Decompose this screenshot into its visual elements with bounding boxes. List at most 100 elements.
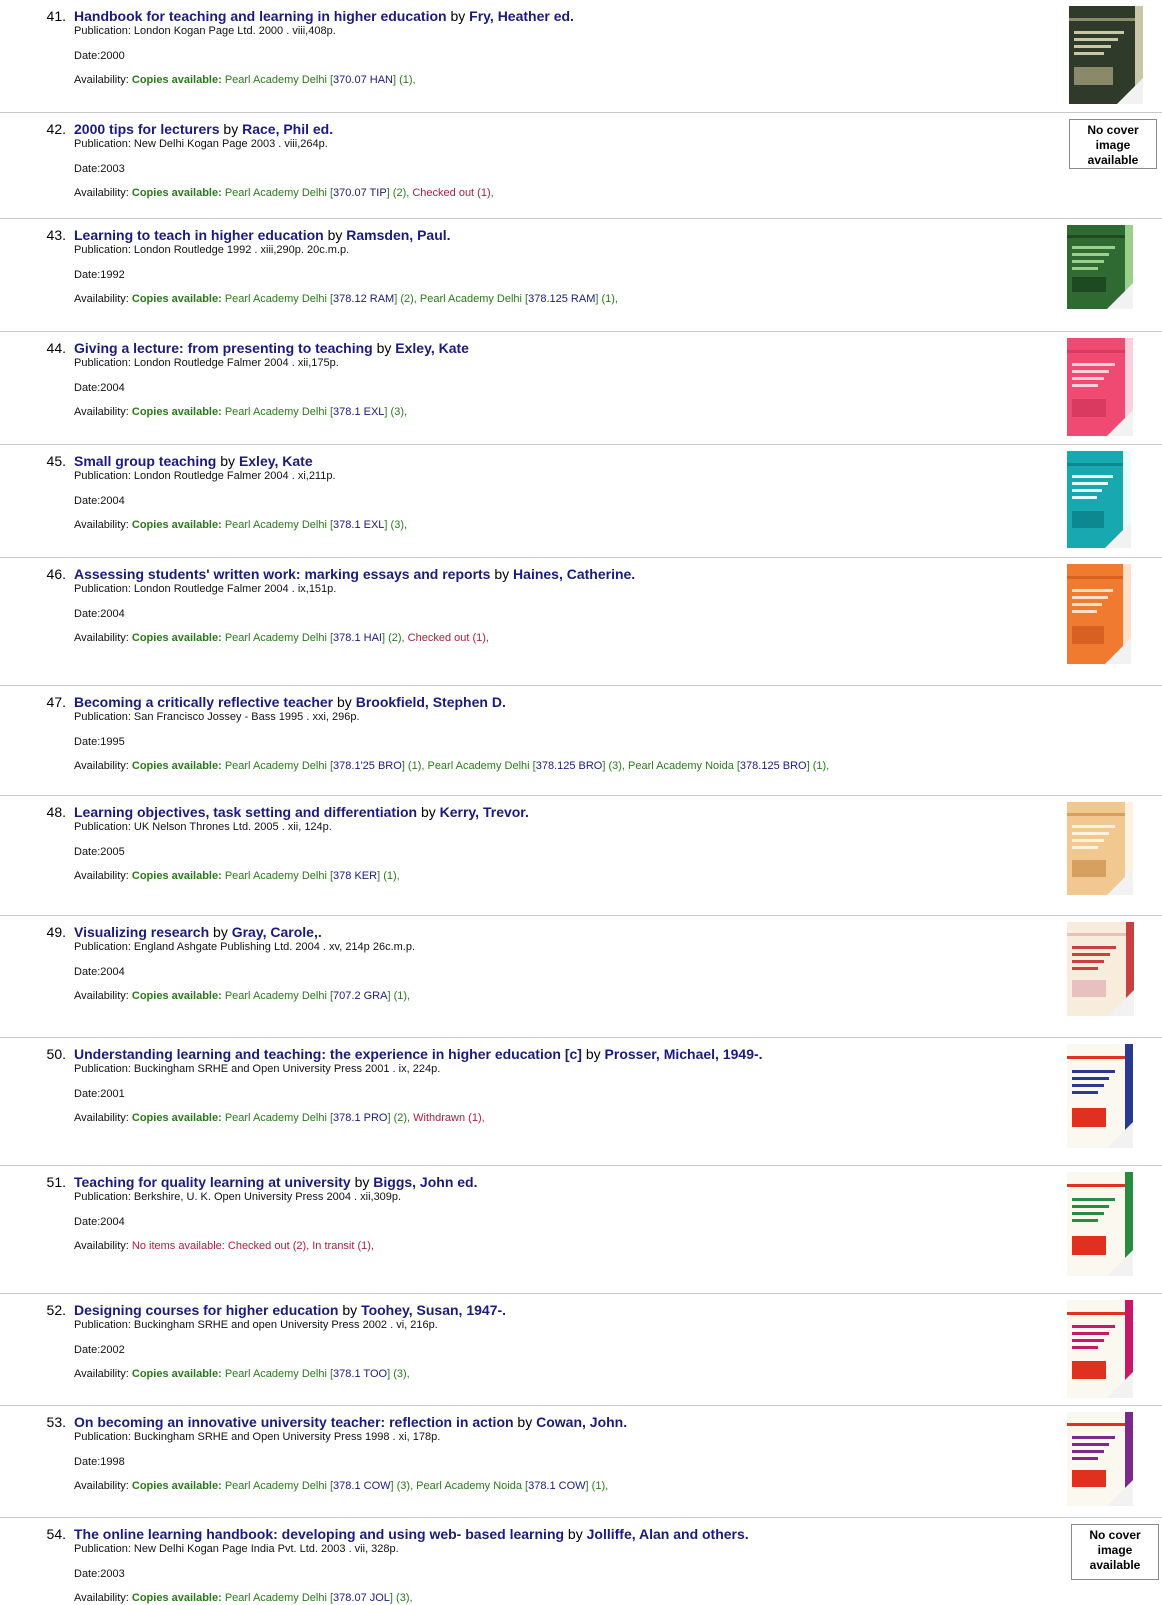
book-cover-image[interactable]: [1067, 1300, 1133, 1398]
book-cover-image[interactable]: [1067, 225, 1133, 309]
title-link[interactable]: Visualizing research: [74, 924, 209, 940]
book-cover-image[interactable]: [1067, 802, 1133, 895]
cover-title-line: [1072, 1198, 1115, 1201]
by-label: by: [219, 121, 243, 137]
cover-title-line: [1072, 603, 1102, 606]
cover-artwork: [1072, 277, 1106, 292]
book-cover-image[interactable]: [1067, 922, 1134, 1016]
title-link[interactable]: Learning objectives, task setting and di…: [74, 804, 417, 820]
call-number-link[interactable]: 378.1 COW: [528, 1480, 585, 1492]
cover-title-line: [1072, 267, 1098, 270]
cover-band: [1069, 18, 1135, 21]
result-record: 50. Understanding learning and teaching: …: [0, 1038, 1162, 1166]
library-location: ] (1),: [585, 1480, 609, 1492]
cover-title-line: [1072, 253, 1109, 256]
result-record: 49. Visualizing research by Gray, Carole,…: [0, 916, 1162, 1038]
call-number-link[interactable]: 378.12 RAM: [333, 293, 394, 305]
title-link[interactable]: Becoming a critically reflective teacher: [74, 694, 333, 710]
author-link[interactable]: Cowan, John.: [536, 1414, 627, 1430]
call-number-link[interactable]: 707.2 GRA: [333, 990, 387, 1002]
availability: Availability: Copies available: Pearl Ac…: [74, 632, 1034, 645]
by-label: by: [209, 924, 232, 940]
library-location: ] (3),: [389, 1592, 413, 1604]
library-location: Pearl Academy Delhi [: [221, 406, 334, 418]
author-link[interactable]: Kerry, Trevor.: [440, 804, 529, 820]
result-body: Learning objectives, task setting and di…: [74, 804, 1034, 883]
publication-info: Publication: Buckingham SRHE and Open Un…: [74, 1431, 441, 1443]
title-link[interactable]: 2000 tips for lecturers: [74, 121, 220, 137]
cover-title-line: [1072, 839, 1104, 842]
call-number-link[interactable]: 378 KER: [333, 870, 377, 882]
call-number-link[interactable]: 378.1 PRO: [333, 1112, 387, 1124]
availability: Availability: Copies available: Pearl Ac…: [74, 519, 1034, 532]
by-label: by: [372, 340, 396, 356]
availability-label: Availability:: [74, 1112, 132, 1124]
call-number-link[interactable]: 378.125 RAM: [528, 293, 595, 305]
no-cover-placeholder: No cover image available: [1069, 119, 1157, 169]
result-number: 42.: [46, 121, 66, 137]
title-link[interactable]: On becoming an innovative university tea…: [74, 1414, 514, 1430]
call-number-link[interactable]: 378.1 HAI: [333, 632, 382, 644]
author-link[interactable]: Race, Phil ed.: [242, 121, 333, 137]
title-line: Understanding learning and teaching: the…: [74, 1046, 1034, 1063]
library-location: Pearl Academy Delhi [: [221, 1368, 334, 1380]
author-link[interactable]: Fry, Heather ed.: [469, 8, 574, 24]
book-cover-image[interactable]: [1067, 338, 1133, 436]
item-status: Checked out (1),: [404, 632, 489, 644]
cover-title-line: [1072, 967, 1098, 970]
title-link[interactable]: Handbook for teaching and learning in hi…: [74, 8, 447, 24]
title-link[interactable]: Learning to teach in higher education: [74, 227, 324, 243]
cover-title-line: [1072, 1450, 1104, 1453]
copies-available-label: Copies available:: [131, 632, 222, 644]
title-link[interactable]: Designing courses for higher education: [74, 1302, 338, 1318]
author-link[interactable]: Biggs, John ed.: [373, 1174, 477, 1190]
title-link[interactable]: Small group teaching: [74, 453, 216, 469]
author-link[interactable]: Exley, Kate: [239, 453, 313, 469]
title-line: Assessing students' written work: markin…: [74, 566, 1034, 583]
call-number-link[interactable]: 370.07 TIP: [333, 187, 387, 199]
book-cover-image[interactable]: [1069, 6, 1143, 104]
book-cover-image[interactable]: [1067, 1412, 1133, 1506]
call-number-link[interactable]: 378.1'25 BRO: [333, 760, 402, 772]
call-number-link[interactable]: 378.1 EXL: [333, 519, 384, 531]
by-label: by: [513, 1414, 537, 1430]
book-cover-image[interactable]: [1067, 564, 1131, 664]
author-link[interactable]: Gray, Carole,.: [232, 924, 322, 940]
call-number-link[interactable]: 378.07 JOL: [333, 1592, 390, 1604]
title-link[interactable]: Giving a lecture: from presenting to tea…: [74, 340, 373, 356]
book-cover-image[interactable]: [1067, 1044, 1133, 1148]
call-number-link[interactable]: 378.125 BRO: [536, 760, 603, 772]
call-number-link[interactable]: 370.07 HAN: [333, 74, 393, 86]
title-link[interactable]: Assessing students' written work: markin…: [74, 566, 490, 582]
publication-info: Publication: San Francisco Jossey - Bass…: [74, 711, 360, 723]
author-link[interactable]: Brookfield, Stephen D.: [356, 694, 506, 710]
cover-band: [1067, 1312, 1125, 1315]
result-body: On becoming an innovative university tea…: [74, 1414, 1034, 1493]
author-link[interactable]: Exley, Kate: [395, 340, 469, 356]
publication-info: Publication: London Routledge 1992 . xii…: [74, 244, 350, 256]
title-link[interactable]: Teaching for quality learning at univers…: [74, 1174, 351, 1190]
author-link[interactable]: Jolliffe, Alan and others.: [587, 1526, 749, 1542]
call-number-link[interactable]: 378.1 TOO: [333, 1368, 387, 1380]
call-number-link[interactable]: 378.125 BRO: [740, 760, 807, 772]
publication-date: Date:2005: [74, 846, 125, 858]
call-number-link[interactable]: 378.1 EXL: [333, 406, 384, 418]
result-body: The online learning handbook: developing…: [74, 1526, 1034, 1605]
author-link[interactable]: Ramsden, Paul.: [346, 227, 450, 243]
no-cover-placeholder: No cover image available: [1071, 1524, 1159, 1580]
title-link[interactable]: The online learning handbook: developing…: [74, 1526, 564, 1542]
book-cover-image[interactable]: [1067, 451, 1131, 548]
call-number-link[interactable]: 378.1 COW: [333, 1480, 390, 1492]
cover-title-line: [1072, 596, 1108, 599]
cover-artwork: [1072, 626, 1104, 644]
cover-title-line: [1072, 589, 1113, 592]
book-cover-image[interactable]: [1067, 1172, 1133, 1276]
cover-band: [1067, 813, 1125, 816]
title-link[interactable]: Understanding learning and teaching: the…: [74, 1046, 582, 1062]
library-location: ] (3),: [387, 1368, 410, 1380]
availability-label: Availability:: [74, 293, 132, 305]
author-link[interactable]: Haines, Catherine.: [513, 566, 635, 582]
author-link[interactable]: Toohey, Susan, 1947-.: [361, 1302, 506, 1318]
by-label: by: [564, 1526, 587, 1542]
author-link[interactable]: Prosser, Michael, 1949-.: [605, 1046, 763, 1062]
